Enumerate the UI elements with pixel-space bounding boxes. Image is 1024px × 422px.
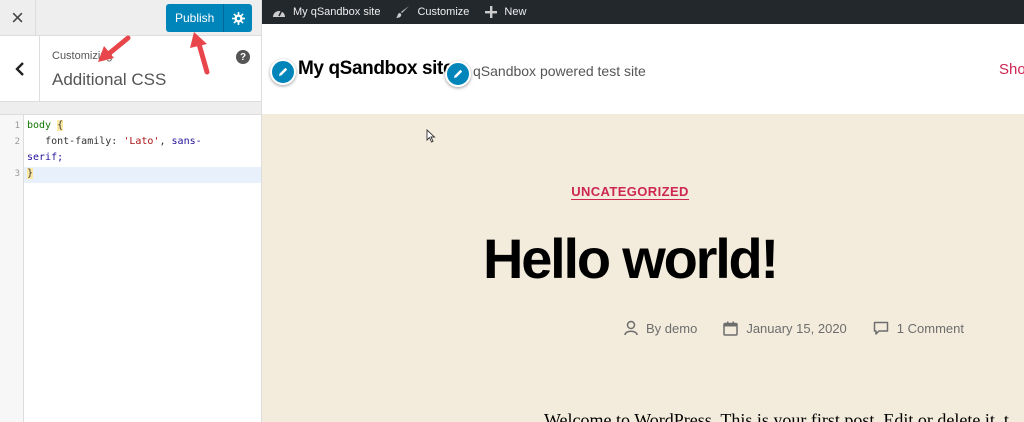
css-string: 'Lato': [123, 136, 160, 147]
post-comments-link[interactable]: 1 Comment: [897, 321, 964, 336]
line-number: 3: [14, 169, 20, 179]
plus-icon: [485, 6, 498, 18]
calendar-icon: [723, 321, 739, 336]
category-link[interactable]: UNCATEGORIZED: [571, 184, 689, 200]
publish-button[interactable]: Publish: [166, 4, 225, 32]
close-customizer-button[interactable]: ×: [0, 0, 36, 36]
pencil-icon: [454, 69, 463, 78]
css-comma: ,: [159, 136, 166, 147]
line-number: 1: [14, 121, 20, 131]
post-meta: By demo January 15, 2020 1 Comment: [624, 320, 990, 336]
admin-bar-new-link[interactable]: New: [485, 6, 526, 18]
edit-site-title-shortcut[interactable]: [270, 59, 296, 85]
publish-group: Publish: [166, 4, 253, 32]
post-title[interactable]: Hello world!: [262, 226, 998, 291]
gear-icon: [231, 11, 245, 25]
css-brace: }: [27, 168, 34, 179]
dashboard-icon: [273, 9, 285, 17]
post-preview: UNCATEGORIZED Hello world! By demo Janua…: [262, 114, 1024, 422]
admin-bar-site-link[interactable]: My qSandbox site: [272, 6, 380, 18]
admin-bar-customize-label: Customize: [417, 6, 470, 18]
chevron-left-icon: [14, 62, 24, 76]
admin-bar: My qSandbox site Customize New: [262, 0, 1024, 24]
css-code-editor[interactable]: 1 2 3 body { font-family: 'Lato', sans- …: [0, 114, 261, 422]
admin-bar-site-label: My qSandbox site: [293, 6, 381, 18]
css-brace: {: [57, 120, 64, 131]
css-ident: serif;: [27, 152, 64, 163]
css-selector: body: [27, 120, 52, 131]
pencil-icon: [279, 67, 288, 76]
post-author: By demo: [624, 320, 697, 336]
site-header: My qSandbox site qSandbox powered test s…: [262, 24, 1024, 114]
admin-bar-new-label: New: [504, 6, 527, 18]
post-date-link[interactable]: January 15, 2020: [746, 321, 846, 336]
post-category: UNCATEGORIZED: [262, 184, 998, 200]
post-comments: 1 Comment: [873, 321, 964, 336]
code-line-1: body {: [27, 120, 64, 131]
code-line-3: }: [27, 168, 34, 179]
primary-menu-item[interactable]: Sho: [999, 61, 1024, 78]
section-title: Additional CSS: [52, 70, 167, 89]
post-date: January 15, 2020: [723, 321, 847, 336]
line-number-gutter: 1 2 3: [0, 115, 24, 422]
annotation-arrow-icon: [98, 35, 131, 62]
publish-settings-button[interactable]: [224, 4, 253, 32]
customizer-header-actions: × Publish: [0, 0, 261, 36]
edit-site-description-shortcut[interactable]: [445, 61, 471, 87]
brush-icon: [396, 6, 410, 18]
line-number: 2: [14, 137, 20, 147]
post-excerpt: Welcome to WordPress. This is your first…: [544, 410, 1009, 422]
comment-icon: [873, 321, 889, 335]
css-property: font-family:: [45, 136, 118, 147]
site-title[interactable]: My qSandbox site: [298, 58, 454, 80]
help-icon[interactable]: ?: [236, 50, 250, 64]
active-line-highlight: [24, 167, 261, 183]
code-line-2: font-family: 'Lato', sans-: [27, 136, 202, 147]
css-ident: sans-: [171, 136, 202, 147]
annotation-arrow-icon: [190, 32, 210, 75]
back-button[interactable]: [0, 36, 40, 102]
code-line-2-wrap: serif;: [27, 152, 63, 163]
site-description: qSandbox powered test site: [473, 63, 646, 79]
post-author-link[interactable]: By demo: [646, 321, 697, 336]
user-icon: [624, 320, 638, 336]
admin-bar-customize-link[interactable]: Customize: [396, 5, 469, 19]
mouse-cursor-icon: [426, 129, 436, 143]
